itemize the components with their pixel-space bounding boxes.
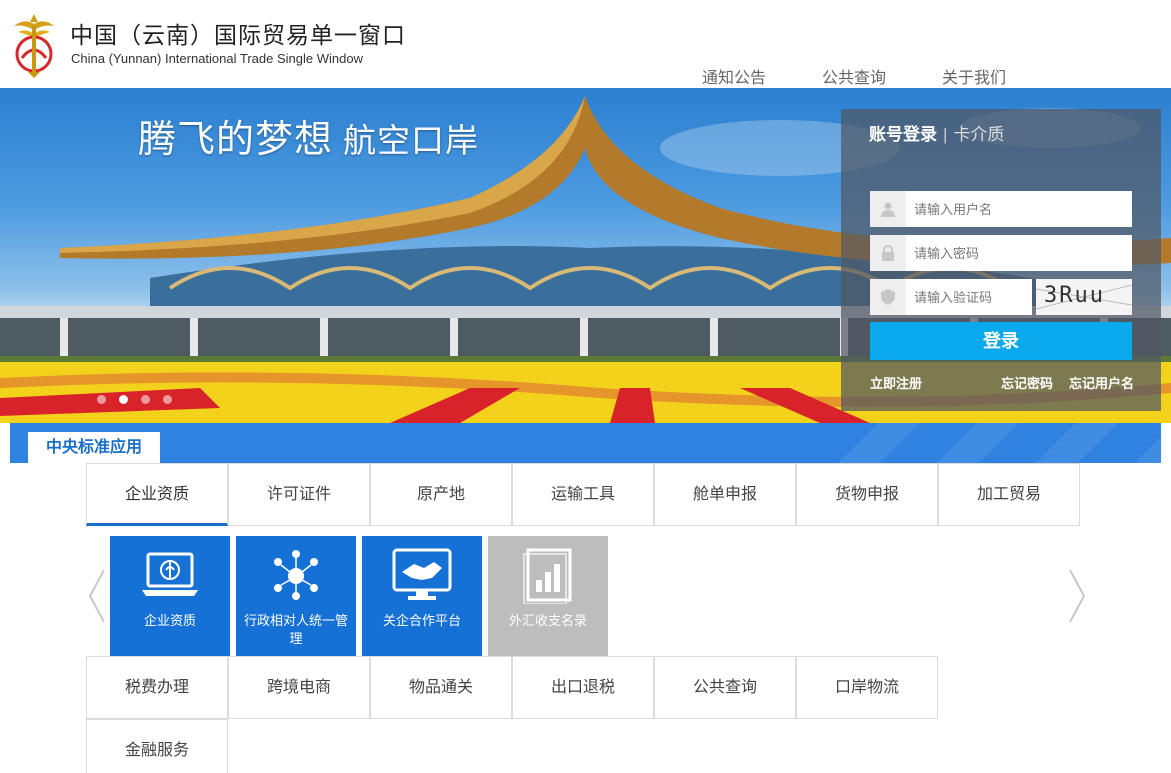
slogan-sub: 航空口岸: [343, 122, 480, 159]
category-tab-goods-clearance[interactable]: 物品通关: [370, 656, 512, 719]
category-tab-transport[interactable]: 运输工具: [512, 463, 654, 526]
prev-arrow-icon[interactable]: [86, 568, 108, 624]
category-tab-tax-fees[interactable]: 税费办理: [86, 656, 228, 719]
captcha-image[interactable]: 3Ruu: [1036, 279, 1132, 315]
laptop-icon: [142, 552, 198, 596]
tile-enterprise-qualification[interactable]: 企业资质: [110, 536, 230, 656]
carousel-dot[interactable]: [141, 395, 150, 404]
carousel-dot-active[interactable]: [119, 395, 128, 404]
slogan-main: 腾飞的梦想: [138, 119, 334, 161]
category-tab-export-tax-refund[interactable]: 出口退税: [512, 656, 654, 719]
site-header: 中国（云南）国际贸易单一窗口 China (Yunnan) Internatio…: [0, 0, 1171, 88]
register-link[interactable]: 立即注册: [870, 373, 922, 392]
nav-notices[interactable]: 通知公告: [702, 64, 766, 88]
tile-admin-counterpart-management[interactable]: 行政相对人统一管理: [236, 536, 356, 656]
category-tab-goods-declaration[interactable]: 货物申报: [796, 463, 938, 526]
category-tab-port-logistics[interactable]: 口岸物流: [796, 656, 938, 719]
carousel-dot[interactable]: [97, 395, 106, 404]
handshake-monitor-icon: [392, 548, 452, 600]
captcha-text: 3Ruu: [1044, 283, 1105, 308]
captcha-input[interactable]: [906, 279, 1032, 315]
tile-label: 企业资质: [143, 613, 196, 628]
category-tab-public-query[interactable]: 公共查询: [654, 656, 796, 719]
username-input[interactable]: [906, 191, 1132, 227]
site-title-cn: 中国（云南）国际贸易单一窗口: [70, 22, 406, 48]
tile-customs-enterprise-cooperation[interactable]: 关企合作平台: [362, 536, 482, 656]
forgot-username-link[interactable]: 忘记用户名: [1069, 373, 1134, 392]
password-field: [870, 235, 1132, 271]
carousel-dot[interactable]: [163, 395, 172, 404]
category-tab-manifest[interactable]: 舱单申报: [654, 463, 796, 526]
tile-label: 外汇收支名录: [508, 613, 587, 628]
tile-forex-directory[interactable]: 外汇收支名录: [488, 536, 608, 656]
decorative-stripes: [821, 423, 1161, 463]
section-header-bar: 中央标准应用: [10, 423, 1161, 463]
forgot-password-link[interactable]: 忘记密码: [1001, 373, 1053, 392]
tab-separator: |: [943, 125, 948, 144]
user-icon: [870, 191, 906, 227]
customs-emblem-logo[interactable]: [10, 12, 58, 78]
password-input[interactable]: [906, 235, 1132, 271]
tile-label: 关企合作平台: [382, 613, 461, 628]
tab-card-login[interactable]: 卡介质: [953, 125, 1004, 144]
shield-icon: [870, 279, 906, 315]
category-tab-processing-trade[interactable]: 加工贸易: [938, 463, 1080, 526]
tab-account-login[interactable]: 账号登录: [869, 125, 937, 144]
tile-label: 行政相对人统一管理: [243, 613, 348, 646]
chart-book-icon: [523, 548, 572, 604]
login-panel: 账号登录 | 卡介质 3Ruu 登录 立即注册 忘记密码 忘记用户名: [841, 109, 1161, 411]
lock-icon: [870, 235, 906, 271]
site-title-en: China (Yunnan) International Trade Singl…: [71, 51, 363, 66]
carousel-indicators: [97, 391, 185, 409]
nav-about-us[interactable]: 关于我们: [942, 64, 1006, 88]
section-title[interactable]: 中央标准应用: [28, 432, 160, 463]
category-tab-financial-services[interactable]: 金融服务: [86, 719, 228, 773]
username-field: [870, 191, 1132, 227]
people-network-icon: [274, 550, 318, 600]
category-tab-enterprise-qualification[interactable]: 企业资质: [86, 463, 228, 526]
category-tab-origin[interactable]: 原产地: [370, 463, 512, 526]
login-button[interactable]: 登录: [870, 322, 1132, 360]
login-tabs: 账号登录 | 卡介质: [869, 120, 1004, 145]
nav-public-query[interactable]: 公共查询: [822, 64, 886, 88]
banner-slogan: 腾飞的梦想 航空口岸: [138, 108, 479, 163]
category-tab-cross-border-ecommerce[interactable]: 跨境电商: [228, 656, 370, 719]
next-arrow-icon[interactable]: [1066, 568, 1088, 624]
category-tab-licenses[interactable]: 许可证件: [228, 463, 370, 526]
captcha-field: [870, 279, 1032, 315]
